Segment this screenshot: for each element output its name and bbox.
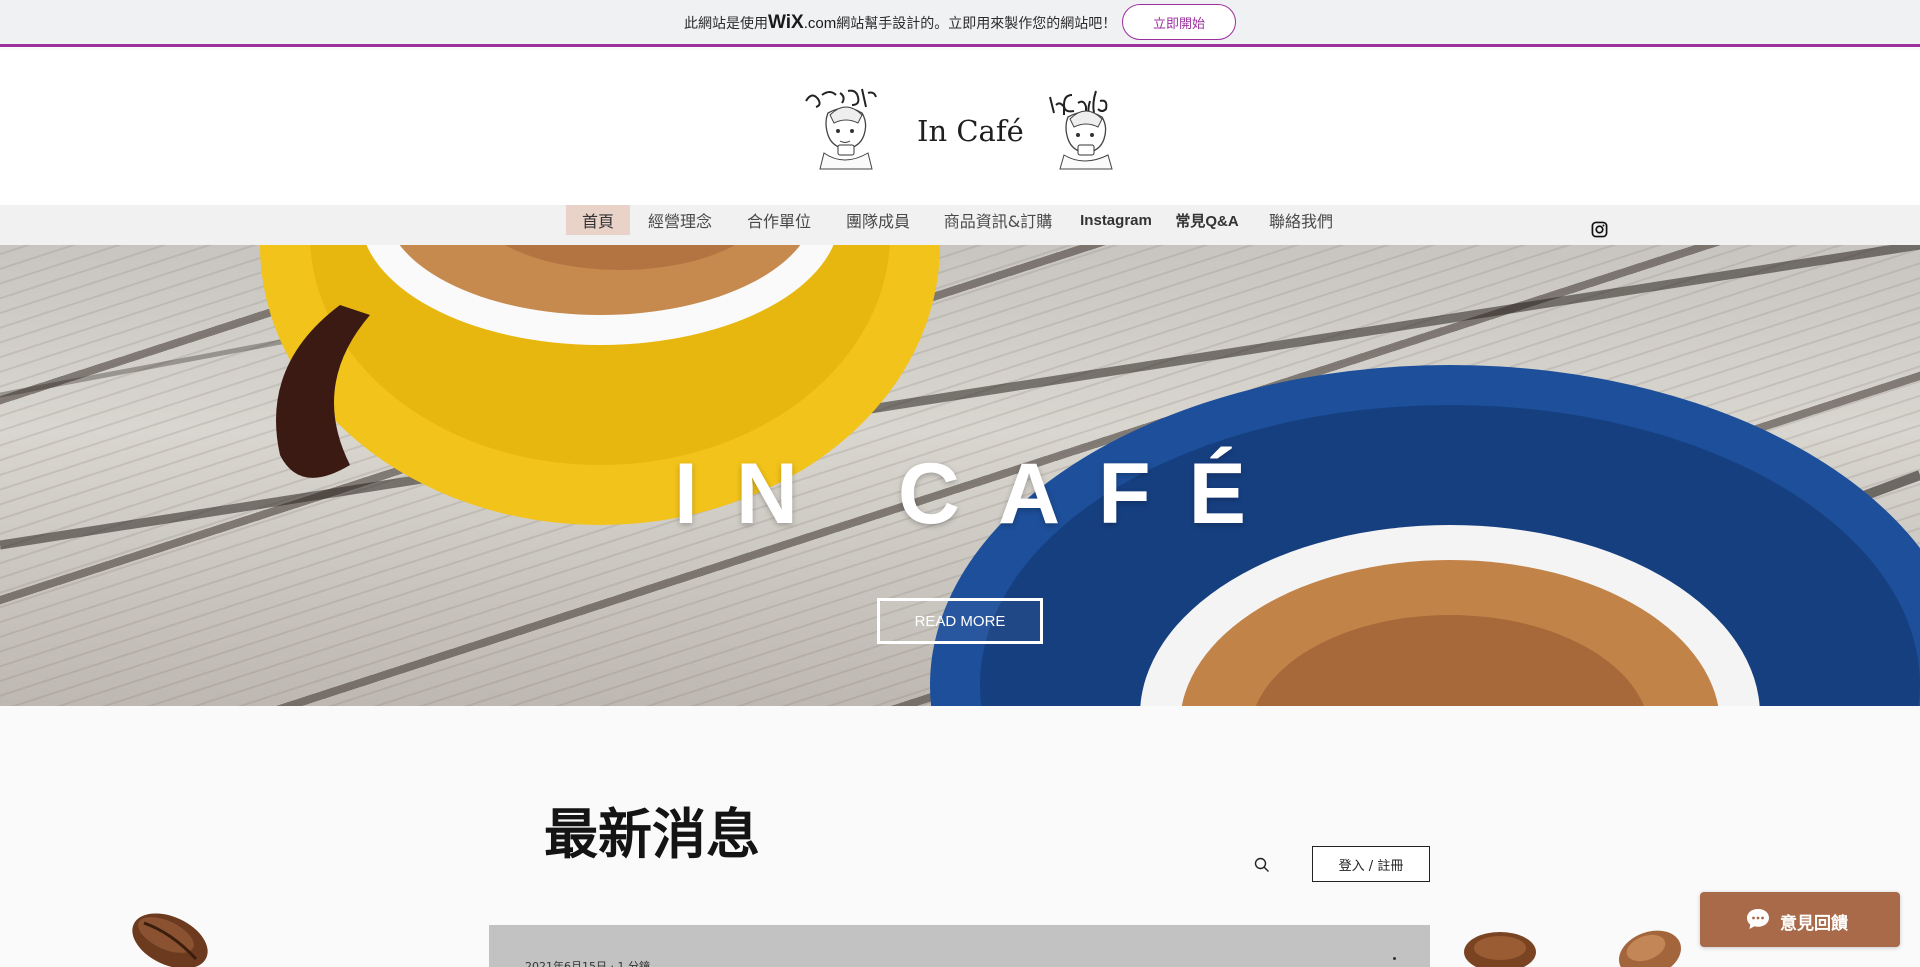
site-title[interactable]: In Café bbox=[917, 114, 1024, 148]
logo-illustration-right[interactable] bbox=[1042, 83, 1132, 173]
nav-item-products[interactable]: 商品資訊&訂購 bbox=[938, 205, 1058, 235]
instagram-icon[interactable] bbox=[1591, 221, 1608, 238]
nav-item-faq[interactable]: 常見Q&A bbox=[1172, 205, 1242, 235]
search-icon[interactable] bbox=[1254, 857, 1270, 873]
feedback-label: 意見回饋 bbox=[1780, 914, 1848, 934]
read-more-button[interactable]: READ MORE bbox=[877, 598, 1043, 644]
wix-dotcom: .com bbox=[803, 15, 837, 32]
hero-title: IN CAFÉ bbox=[674, 446, 1284, 542]
nav-item-instagram[interactable]: Instagram bbox=[1076, 205, 1156, 235]
wix-promo-banner: 此網站是使用WiX.com網站幫手設計的。立即用來製作您的網站吧！ 立即開始 bbox=[0, 0, 1920, 47]
nav-item-contact[interactable]: 聯絡我們 bbox=[1260, 205, 1342, 235]
logo-illustration-left[interactable] bbox=[800, 83, 890, 173]
nav-item-partners[interactable]: 合作單位 bbox=[739, 205, 819, 235]
news-section-title: 最新消息 bbox=[544, 803, 760, 866]
wix-promo-text-before: 此網站是使用 bbox=[684, 16, 768, 32]
nav-item-philosophy[interactable]: 經營理念 bbox=[640, 205, 720, 235]
coffee-bean-icon bbox=[1464, 932, 1536, 967]
more-actions-icon[interactable] bbox=[1393, 957, 1413, 967]
wix-promo-text: 此網站是使用WiX.com網站幫手設計的。立即用來製作您的網站吧！ bbox=[684, 12, 1116, 34]
start-now-button[interactable]: 立即開始 bbox=[1122, 4, 1236, 40]
post-meta: 2021年6月15日 · 1 分鐘 bbox=[525, 960, 650, 967]
chat-bubble-icon bbox=[1747, 909, 1769, 929]
nav-item-team[interactable]: 團隊成員 bbox=[838, 205, 918, 235]
feedback-chat-button[interactable]: 意見回饋 bbox=[1700, 892, 1900, 947]
blog-post-card[interactable]: 2021年6月15日 · 1 分鐘 bbox=[489, 925, 1430, 967]
nav-item-home[interactable]: 首頁 bbox=[566, 205, 630, 235]
login-signup-button[interactable]: 登入 / 註冊 bbox=[1312, 846, 1430, 882]
coffee-bean-icon bbox=[1619, 930, 1681, 967]
wix-promo-text-after: 網站幫手設計的。立即用來製作您的網站吧！ bbox=[836, 16, 1117, 32]
hero-banner: IN CAFÉ READ MORE bbox=[0, 245, 1920, 706]
site-header: In Café bbox=[0, 50, 1920, 205]
coffee-bean-icon bbox=[132, 913, 208, 967]
main-nav: 首頁 經營理念 合作單位 團隊成員 商品資訊&訂購 Instagram 常見Q&… bbox=[0, 205, 1920, 245]
wix-logo: WiX bbox=[768, 12, 804, 33]
